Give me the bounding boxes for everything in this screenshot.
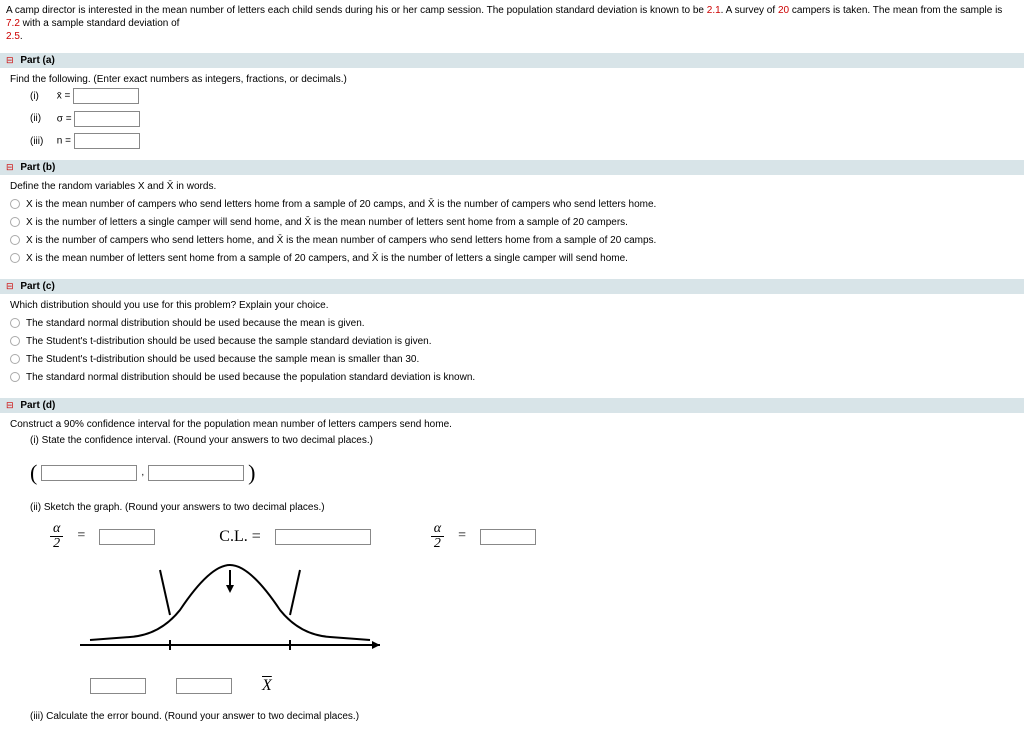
alpha-right-input[interactable]: [480, 529, 536, 545]
part-a-body: Find the following. (Enter exact numbers…: [0, 68, 1024, 154]
problem-statement: A camp director is interested in the mea…: [0, 0, 1024, 47]
ci-interval: ( , ): [30, 455, 1014, 490]
part-b-body: Define the random variables X and X̄ in …: [0, 175, 1024, 273]
paren-close: ): [248, 455, 255, 490]
normal-curve-graph: [70, 555, 1014, 671]
sigma-input[interactable]: [74, 111, 140, 127]
graph-bottom-inputs: X: [90, 673, 1014, 699]
ci-upper-input[interactable]: [148, 465, 244, 481]
sub-iii-label: (iii) Calculate the error bound. (Round …: [30, 709, 1014, 725]
input-row-sigma: (ii) σ =: [30, 111, 1014, 128]
alpha-half-left: α 2: [50, 522, 63, 551]
option-b-1[interactable]: X is the mean number of campers who send…: [10, 197, 1014, 213]
radio-icon: [10, 253, 20, 263]
option-c-4[interactable]: The standard normal distribution should …: [10, 370, 1014, 386]
part-b-title: Part (b): [20, 162, 55, 173]
paren-open: (: [30, 455, 37, 490]
collapse-icon: ⊟: [6, 281, 14, 291]
graph-right-input[interactable]: [176, 678, 232, 694]
pop-sigma: 2.1: [707, 5, 721, 16]
option-b-2[interactable]: X is the number of letters a single camp…: [10, 215, 1014, 231]
collapse-icon: ⊟: [6, 400, 14, 410]
xbar-input[interactable]: [73, 88, 139, 104]
collapse-icon: ⊟: [6, 55, 14, 65]
part-a-instruction: Find the following. (Enter exact numbers…: [10, 72, 1014, 88]
part-b-instruction: Define the random variables X and X̄ in …: [10, 179, 1014, 195]
graph-left-input[interactable]: [90, 678, 146, 694]
radio-icon: [10, 235, 20, 245]
cl-label: C.L. =: [219, 524, 260, 550]
n-input[interactable]: [74, 133, 140, 149]
collapse-icon: ⊟: [6, 162, 14, 172]
radio-icon: [10, 318, 20, 328]
option-c-2[interactable]: The Student's t-distribution should be u…: [10, 334, 1014, 350]
cl-input[interactable]: [275, 529, 371, 545]
option-b-3[interactable]: X is the number of campers who send lett…: [10, 233, 1014, 249]
alpha-left-input[interactable]: [99, 529, 155, 545]
alpha-half-right: α 2: [431, 522, 444, 551]
intro-text: A camp director is interested in the mea…: [6, 5, 707, 16]
xbar-axis-label: X: [262, 673, 272, 699]
sub-ii-label: (ii) Sketch the graph. (Round your answe…: [30, 500, 1014, 516]
radio-icon: [10, 354, 20, 364]
ci-lower-input[interactable]: [41, 465, 137, 481]
option-b-4[interactable]: X is the mean number of letters sent hom…: [10, 251, 1014, 267]
radio-icon: [10, 372, 20, 382]
part-c-title: Part (c): [20, 281, 54, 292]
option-c-1[interactable]: The standard normal distribution should …: [10, 316, 1014, 332]
graph-label-row: α 2 = C.L. = α 2 =: [50, 522, 1014, 551]
radio-icon: [10, 336, 20, 346]
part-d-body: Construct a 90% confidence interval for …: [0, 413, 1024, 729]
part-b-header[interactable]: ⊟ Part (b): [0, 160, 1024, 175]
part-c-header[interactable]: ⊟ Part (c): [0, 279, 1024, 294]
part-c-body: Which distribution should you use for th…: [0, 294, 1024, 392]
sample-sd: 2.5: [6, 31, 20, 42]
sub-i-label: (i) State the confidence interval. (Roun…: [30, 433, 1014, 449]
part-d-title: Part (d): [20, 400, 55, 411]
part-c-instruction: Which distribution should you use for th…: [10, 298, 1014, 314]
input-row-n: (iii) n =: [30, 133, 1014, 150]
part-a-header[interactable]: ⊟ Part (a): [0, 53, 1024, 68]
input-row-xbar: (i) x̄ =: [30, 88, 1014, 105]
sample-mean: 7.2: [6, 18, 20, 29]
radio-icon: [10, 217, 20, 227]
sample-n: 20: [778, 5, 789, 16]
part-d-instruction: Construct a 90% confidence interval for …: [10, 417, 1014, 433]
radio-icon: [10, 199, 20, 209]
option-c-3[interactable]: The Student's t-distribution should be u…: [10, 352, 1014, 368]
part-d-header[interactable]: ⊟ Part (d): [0, 398, 1024, 413]
part-a-title: Part (a): [20, 55, 54, 66]
